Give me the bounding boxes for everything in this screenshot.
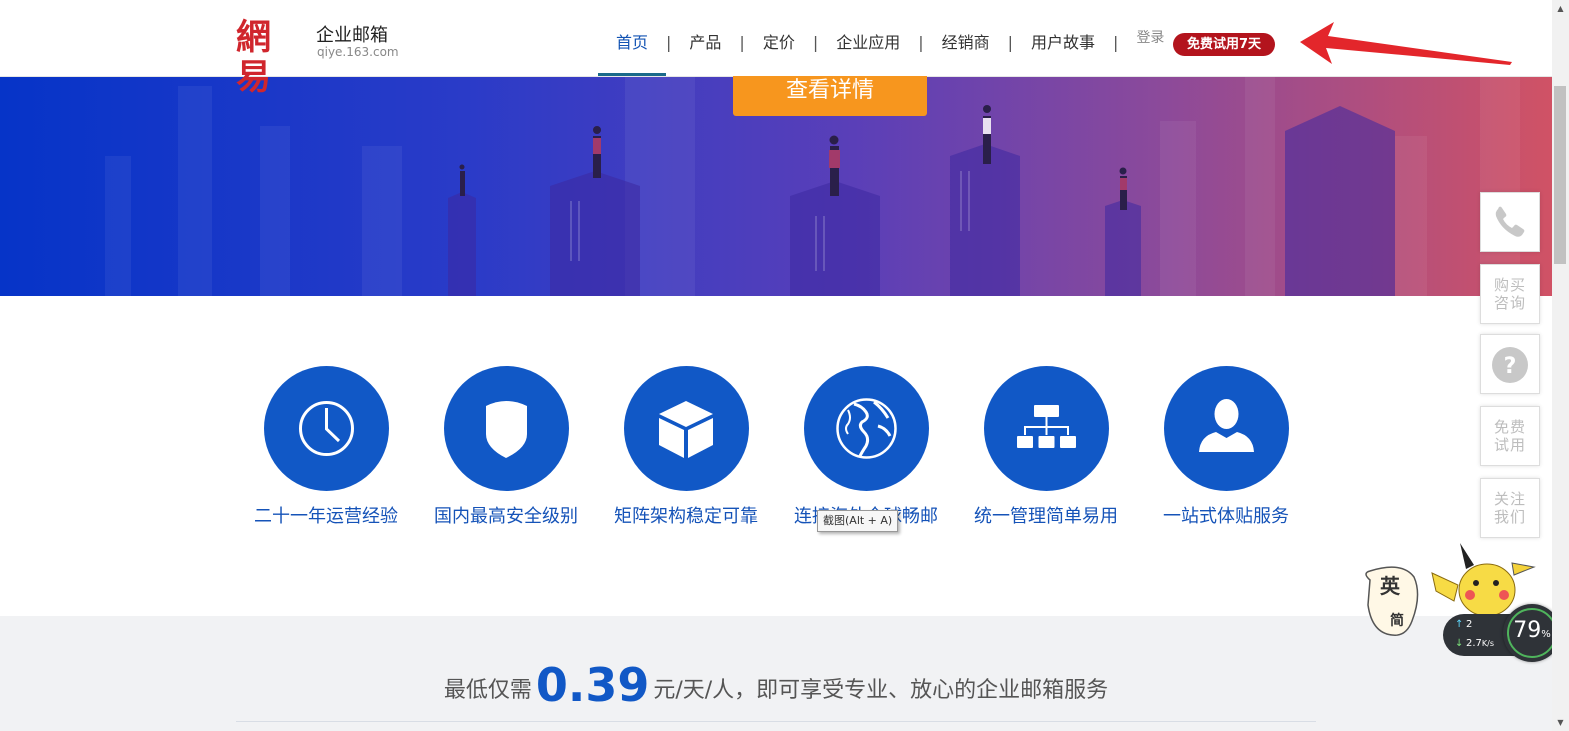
feature-label: 国内最高安全级别 <box>434 506 578 527</box>
free-trial-label: 免费试用 <box>1493 418 1526 454</box>
feature-circle <box>263 366 389 491</box>
main-nav: 首页 | 产品 | 定价 | 企业应用 | 经销商 | 用户故事 | 登录 <box>598 0 1164 76</box>
feature-security[interactable]: 国内最高安全级别 <box>416 366 596 528</box>
pricing-headline: 最低仅需0.39 元/天/人，即可享受专业、放心的企业邮箱服务 <box>0 658 1552 712</box>
feature-experience[interactable]: 二十一年运营经验 <box>236 366 416 528</box>
scroll-up-arrow-icon[interactable]: ▲ <box>1552 0 1569 17</box>
nav-separator: | <box>1113 33 1119 52</box>
feature-service[interactable]: 一站式体贴服务 <box>1136 366 1316 528</box>
pricing-band: 最低仅需0.39 元/天/人，即可享受专业、放心的企业邮箱服务 <box>0 616 1552 731</box>
follow-us-label: 关注我们 <box>1493 490 1526 526</box>
feature-circle <box>443 366 569 491</box>
nav-enterprise-apps[interactable]: 企业应用 <box>818 0 918 76</box>
feature-list: 二十一年运营经验 国内最高安全级别 矩阵架构稳定可靠 连接海外全球畅邮 <box>240 366 1320 528</box>
free-trial-side-button[interactable]: 免费试用 <box>1480 406 1540 466</box>
feature-circle <box>623 366 749 491</box>
login-link[interactable]: 登录 <box>1136 0 1164 83</box>
feature-label: 统一管理简单易用 <box>974 506 1118 527</box>
mascot-bubble-english: 英 <box>1380 574 1401 598</box>
scroll-down-arrow-icon[interactable]: ▼ <box>1552 714 1569 731</box>
site-header: 網易 企业邮箱 qiye.163.com 首页 | 产品 | 定价 | 企业应用… <box>0 0 1552 98</box>
price-suffix: 元/天/人，即可享受专业、放心的企业邮箱服务 <box>653 678 1109 703</box>
clock-icon <box>298 401 354 456</box>
org-chart-icon <box>1016 405 1076 448</box>
mascot-bubble-simplified: 简 <box>1390 612 1404 629</box>
feature-circle <box>803 366 929 491</box>
screenshot-tooltip: 截图(Alt + A) <box>817 510 899 532</box>
buy-consult-button[interactable]: 购买咨询 <box>1480 264 1540 324</box>
nav-products[interactable]: 产品 <box>671 0 739 76</box>
download-arrow-icon: ↓ <box>1455 638 1464 649</box>
nav-dealers[interactable]: 经销商 <box>924 0 1008 76</box>
view-details-button[interactable]: 查看详情 <box>733 76 927 116</box>
price-amount: 0.39 <box>535 658 650 712</box>
globe-icon <box>835 398 897 459</box>
scrollbar-thumb[interactable] <box>1554 86 1566 264</box>
buy-consult-label: 购买咨询 <box>1493 276 1526 312</box>
logo-domain: qiye.163.com <box>317 45 399 59</box>
nav-home[interactable]: 首页 <box>598 0 667 76</box>
download-speed: 2.7K/s <box>1466 638 1495 649</box>
feature-architecture[interactable]: 矩阵架构稳定可靠 <box>596 366 776 528</box>
upload-arrow-icon: ↑ <box>1455 619 1464 630</box>
nav-user-stories[interactable]: 用户故事 <box>1013 0 1113 76</box>
shield-icon <box>485 401 527 458</box>
upload-speed: 2 <box>1466 619 1473 630</box>
feature-global[interactable]: 连接海外全球畅邮 <box>776 366 956 528</box>
price-prefix: 最低仅需 <box>443 678 532 703</box>
follow-us-button[interactable]: 关注我们 <box>1480 478 1540 538</box>
svg-text:?: ? <box>1504 354 1517 379</box>
cube-icon <box>658 401 713 458</box>
feature-circle <box>1163 366 1289 491</box>
red-arrow-annotation <box>1300 22 1512 65</box>
feature-label: 一站式体贴服务 <box>1163 506 1289 527</box>
phone-button[interactable] <box>1480 192 1540 252</box>
nav-pricing[interactable]: 定价 <box>745 0 813 76</box>
help-button[interactable]: ? <box>1480 334 1540 394</box>
user-icon <box>1198 399 1254 452</box>
feature-label: 二十一年运营经验 <box>254 506 398 527</box>
question-icon: ? <box>1492 347 1528 383</box>
divider <box>236 721 1316 722</box>
phone-icon <box>1495 206 1525 237</box>
feature-circle <box>983 366 1109 491</box>
free-trial-button[interactable]: 免费试用7天 <box>1173 33 1275 56</box>
logo-title: 企业邮箱 <box>316 25 388 46</box>
feature-management[interactable]: 统一管理简单易用 <box>956 366 1136 528</box>
feature-label: 矩阵架构稳定可靠 <box>614 506 758 527</box>
logo-mark: 網易 <box>236 17 273 98</box>
